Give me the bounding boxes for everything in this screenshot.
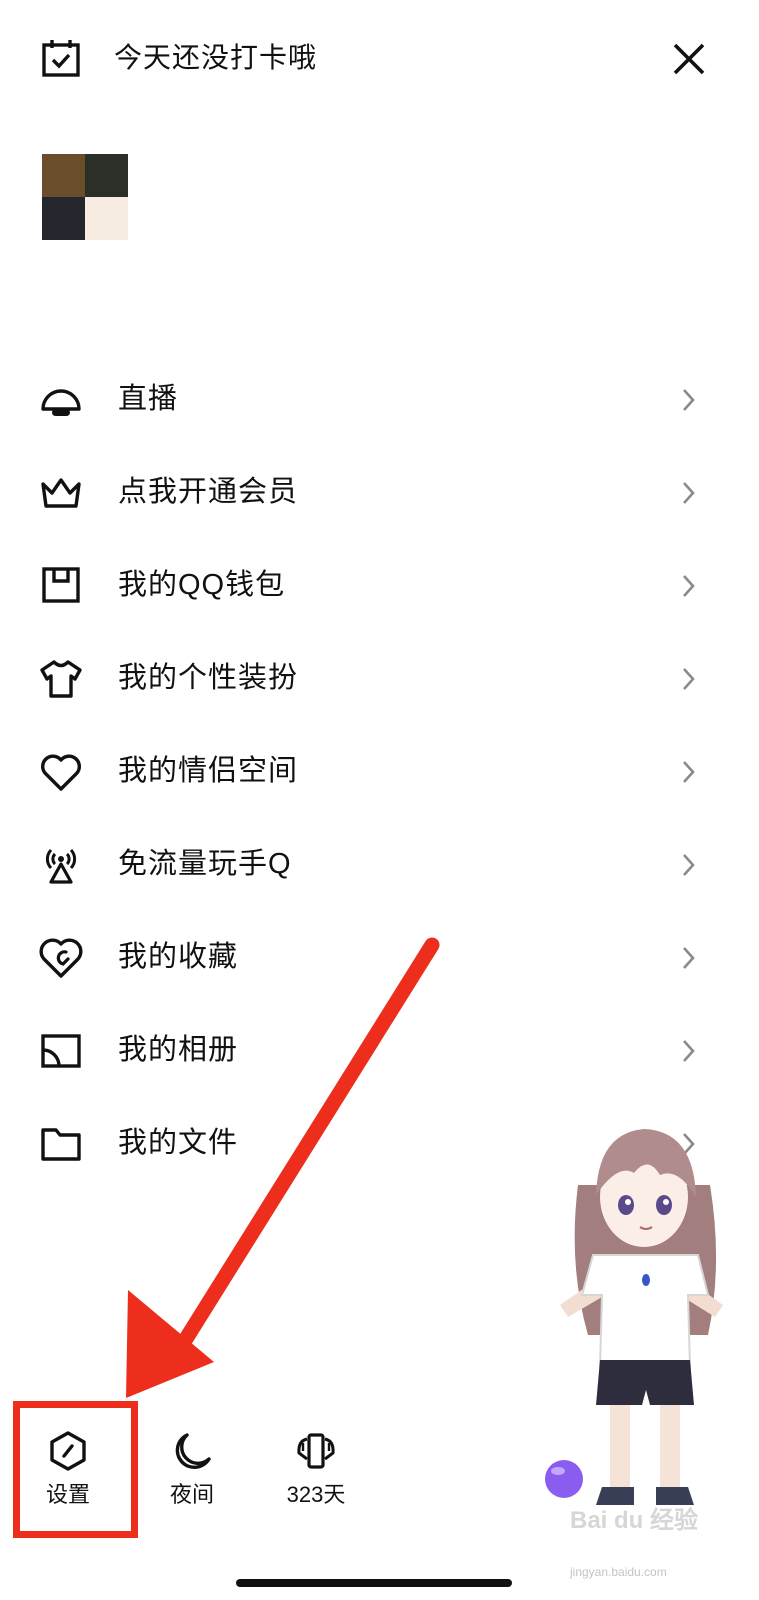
days-label: 323天 <box>286 1482 346 1507</box>
menu-item-label: 免流量玩手Q <box>118 848 292 880</box>
crown-icon <box>41 478 81 508</box>
menu-item-label: 我的相册 <box>118 1034 239 1066</box>
folder-icon <box>41 1128 81 1161</box>
annotation-highlight-box <box>13 1401 138 1538</box>
trophy-wings-icon <box>297 1433 335 1469</box>
watermark: Bai du 经验 <box>570 1507 699 1534</box>
avatar[interactable] <box>42 154 128 240</box>
menu-item-label: 我的收藏 <box>118 941 239 973</box>
watermark-url: jingyan.baidu.com <box>570 1565 667 1579</box>
menu-item-album[interactable]: 我的相册 <box>0 1004 759 1097</box>
menu-item-label: 我的文件 <box>118 1127 239 1159</box>
chevron-right-icon <box>683 947 695 969</box>
days-badge-button[interactable]: 323天 <box>261 1419 371 1529</box>
menu-item-vip[interactable]: 点我开通会员 <box>0 446 759 539</box>
chevron-right-icon <box>683 482 695 504</box>
menu-item-label: 我的个性装扮 <box>118 662 299 694</box>
chevron-right-icon <box>683 668 695 690</box>
favorite-icon <box>39 938 83 978</box>
night-mode-label: 夜间 <box>169 1482 214 1507</box>
menu-item-theme[interactable]: 我的个性装扮 <box>0 632 759 725</box>
tshirt-icon <box>40 660 82 698</box>
menu-item-favorites[interactable]: 我的收藏 <box>0 911 759 1004</box>
home-indicator[interactable] <box>236 1579 512 1587</box>
menu-item-live[interactable]: 直播 <box>0 353 759 446</box>
close-icon[interactable] <box>668 38 710 80</box>
menu-item-label: 我的情侣空间 <box>118 755 299 787</box>
chevron-right-icon <box>683 1040 695 1062</box>
heart-icon <box>41 754 81 791</box>
chevron-right-icon <box>683 389 695 411</box>
menu-item-wallet[interactable]: 我的QQ钱包 <box>0 539 759 632</box>
top-bar: 今天还没打卡哦 <box>0 0 759 120</box>
chevron-right-icon <box>683 575 695 597</box>
menu-item-free-data[interactable]: 免流量玩手Q <box>0 818 759 911</box>
menu-item-label: 直播 <box>118 383 179 415</box>
menu-item-label: 我的QQ钱包 <box>118 569 286 601</box>
wallet-icon <box>42 567 80 603</box>
chevron-right-icon <box>683 761 695 783</box>
moon-icon <box>175 1433 211 1469</box>
calendar-check-icon[interactable] <box>40 38 82 80</box>
chevron-right-icon <box>683 854 695 876</box>
purple-orb-icon <box>545 1460 583 1498</box>
menu-item-label: 点我开通会员 <box>118 476 299 508</box>
checkin-text[interactable]: 今天还没打卡哦 <box>114 40 317 76</box>
menu-item-couple[interactable]: 我的情侣空间 <box>0 725 759 818</box>
live-icon <box>41 389 81 416</box>
night-mode-button[interactable]: 夜间 <box>137 1419 247 1529</box>
antenna-icon <box>45 848 77 884</box>
album-icon <box>41 1034 81 1068</box>
